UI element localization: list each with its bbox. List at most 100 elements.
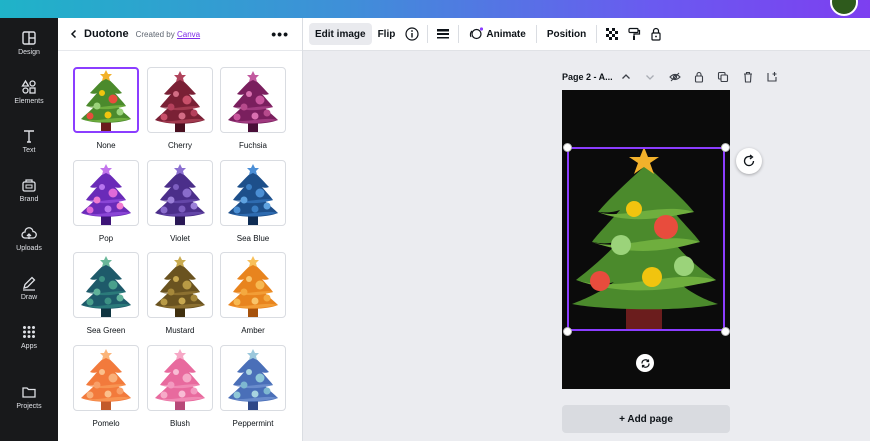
sidebar-item-projects[interactable]: Projects [0,384,58,424]
resize-handle-top-right[interactable] [721,143,730,152]
duplicate-page-button[interactable] [716,70,730,84]
position-button[interactable]: Position [541,23,592,45]
add-page-icon-button[interactable] [765,70,779,84]
filter-tile-mustard[interactable]: Mustard [147,252,213,335]
brand-icon [22,179,36,192]
info-icon [405,27,419,41]
filter-tile-blush[interactable]: Blush [147,345,213,428]
filter-tile-pomelo[interactable]: Pomelo [73,345,139,428]
filter-tile-sea-blue[interactable]: Sea Blue [220,160,286,243]
filter-thumbnail [220,345,286,411]
tree-thumbnail-image [81,256,131,317]
sidebar-item-label: Projects [16,403,42,410]
sidebar-item-apps[interactable]: Apps [0,324,58,364]
filter-thumbnail [220,160,286,226]
resize-handle-bottom-right[interactable] [721,327,730,336]
info-button[interactable] [401,23,423,45]
sidebar-item-uploads[interactable]: Uploads [0,226,58,266]
tree-thumbnail-image [228,164,278,225]
flip-button[interactable]: Flip [372,23,402,45]
chevron-down-icon [646,75,654,80]
eye-off-icon [669,72,681,82]
panel-header: Duotone Created by Canva ••• [58,18,302,51]
text-icon [24,130,34,143]
sidebar-item-design[interactable]: Design [0,30,58,70]
border-style-button[interactable] [432,23,454,45]
filter-tile-sea-green[interactable]: Sea Green [73,252,139,335]
tree-thumbnail-image [228,349,278,410]
sidebar-item-label: Elements [14,98,44,105]
tree-thumbnail-image [228,256,278,317]
more-options-button[interactable]: ••• [271,26,289,42]
page-title[interactable]: Page 2 - A... [562,72,613,82]
grid-icon [23,326,35,338]
creator-link[interactable]: Canva [177,30,200,39]
page-down-button[interactable] [643,70,657,84]
filter-tile-fuchsia[interactable]: Fuchsia [220,67,286,150]
duplicate-icon [717,71,729,83]
shapes-icon [21,79,36,94]
refresh-style-button[interactable] [736,148,762,174]
tree-thumbnail-image [155,349,205,410]
copy-style-button[interactable] [623,23,645,45]
filter-tile-violet[interactable]: Violet [147,160,213,243]
filter-thumbnail [147,67,213,133]
edit-image-button[interactable]: Edit image [309,23,372,45]
animate-label: Animate [486,28,526,40]
filter-label: Amber [241,326,265,335]
delete-page-button[interactable] [741,70,755,84]
toolbar-divider [458,25,460,43]
pen-icon [23,276,36,291]
toolbar-divider [535,25,537,43]
chevron-left-icon [70,29,77,39]
filter-tile-amber[interactable]: Amber [220,252,286,335]
layout-icon [22,31,36,45]
sidebar-item-draw[interactable]: Draw [0,275,58,315]
page-up-button[interactable] [619,70,633,84]
animate-icon [470,27,484,40]
transparency-button[interactable] [601,23,623,45]
back-button[interactable] [66,26,82,42]
rotate-handle[interactable] [636,354,654,372]
transparency-icon [606,28,619,40]
sidebar-item-brand[interactable]: Brand [0,177,58,217]
panel-title: Duotone [84,28,129,40]
filter-tile-pop[interactable]: Pop [73,160,139,243]
filter-tile-cherry[interactable]: Cherry [147,67,213,150]
filter-tile-none[interactable]: None [73,67,139,150]
tree-thumbnail-image [81,70,131,131]
hide-page-button[interactable] [668,70,682,84]
created-by-text: Created by Canva [136,30,201,39]
add-page-button[interactable]: + Add page [562,405,730,433]
chevron-up-icon [622,74,630,79]
filter-label: Cherry [167,141,192,150]
lock-button[interactable] [645,23,667,45]
sidebar-item-text[interactable]: Text [0,128,58,168]
filter-thumbnail [147,252,213,318]
filter-thumbnail [147,345,213,411]
tree-thumbnail-image [155,256,205,317]
filter-thumbnail [220,252,286,318]
filter-label: Pop [98,234,114,243]
context-toolbar: Edit image Flip Animate Position [303,18,870,51]
sidebar-item-label: Uploads [16,245,42,252]
sidebar-item-elements[interactable]: Elements [0,79,58,119]
add-page-icon [767,72,777,82]
lock-icon [651,27,661,41]
created-by-label: Created by [135,29,175,39]
toolbar-divider [427,25,429,43]
resize-handle-top-left[interactable] [563,143,572,152]
filter-thumbnail [73,160,139,226]
resize-handle-bottom-left[interactable] [563,327,572,336]
animate-button[interactable]: Animate [463,23,531,45]
tree-thumbnail-image [155,164,205,225]
toolbar-divider [596,25,598,43]
filter-label: Sea Blue [236,234,270,243]
cloud-upload-icon [21,227,37,239]
sidebar-item-label: Design [18,49,40,56]
duotone-panel: Duotone Created by Canva ••• None Cherry F… [58,18,303,441]
rotate-icon [640,358,650,368]
tree-thumbnail-image [81,164,131,225]
lock-page-button[interactable] [692,70,706,84]
filter-tile-peppermint[interactable]: Peppermint [220,345,286,428]
